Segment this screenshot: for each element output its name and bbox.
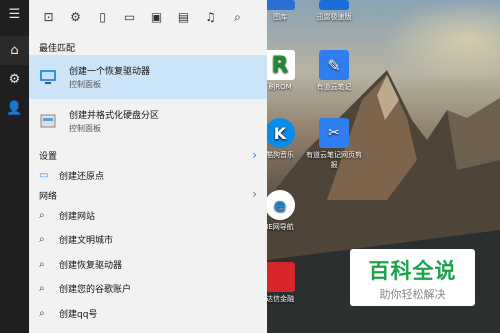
- search-icon: ⌕: [39, 258, 45, 270]
- desktop-icon-finance[interactable]: 达信金融: [267, 262, 311, 304]
- settings-item-restore-point[interactable]: ▭ 创建还原点: [29, 163, 267, 187]
- kugou-k-icon: K: [267, 118, 295, 148]
- result-title: 创建并格式化硬盘分区: [69, 111, 160, 121]
- video-icon[interactable]: ▤: [170, 3, 197, 31]
- photo-icon[interactable]: ▣: [143, 3, 170, 31]
- document-icon[interactable]: ▯: [89, 3, 116, 31]
- result-title: 创建一个恢复驱动器: [69, 67, 151, 77]
- search-icon: ⌕: [39, 307, 45, 319]
- settings-icon[interactable]: ⚙: [62, 3, 89, 31]
- user-icon[interactable]: 👤: [0, 94, 29, 123]
- watermark-title: 百科全说: [368, 259, 457, 283]
- search-icon: ⌕: [39, 283, 45, 295]
- search-icon: ⌕: [39, 209, 45, 221]
- search-results-panel: ⊡ ⚙ ▯ ▭ ▣ ▤ ♫ ⌕ 最佳匹配 创建一个恢复驱动器 控制面板 创建并格…: [29, 0, 267, 333]
- best-match-header: 最佳匹配: [39, 44, 76, 54]
- chevron-right-icon[interactable]: ›: [252, 148, 257, 162]
- search-icon[interactable]: ⌕: [224, 3, 251, 31]
- youdao-note-icon: ✎: [319, 50, 349, 80]
- result-partition[interactable]: 创建并格式化硬盘分区 控制面板: [29, 99, 267, 143]
- ie-icon: e: [267, 190, 295, 220]
- result-subtitle: 控制面板: [69, 80, 101, 89]
- search-icon: ⌕: [39, 234, 45, 246]
- web-item-4[interactable]: ⌕ 创建qq号: [29, 301, 267, 326]
- gear-icon[interactable]: ⚙: [0, 65, 29, 94]
- settings-section-header: 设置 ›: [39, 148, 257, 162]
- music-icon[interactable]: ♫: [197, 3, 224, 31]
- best-match-result[interactable]: 创建一个恢复驱动器 控制面板: [29, 55, 267, 99]
- desktop-icon-youdao-clip[interactable]: ✂ 有道云笔记网页剪报: [303, 118, 365, 170]
- start-rail: ☰ ⌂ ⚙ 👤: [0, 0, 29, 333]
- watermark: 百科全说 助你轻松解决: [350, 249, 475, 306]
- result-subtitle: 控制面板: [69, 124, 101, 133]
- desktop-icon-thunder[interactable]: 迅雷极速版: [303, 0, 365, 22]
- hamburger-icon[interactable]: ☰: [0, 0, 29, 29]
- monitor-icon: ▭: [39, 169, 49, 181]
- web-item-0[interactable]: ⌕ 创建网站: [29, 203, 267, 228]
- watermark-subtitle: 助你轻松解决: [379, 288, 446, 301]
- recovery-drive-icon: [39, 67, 59, 87]
- web-item-2[interactable]: ⌕ 创建恢复驱动器: [29, 252, 267, 277]
- disk-partition-icon: [39, 111, 59, 131]
- rom-r-icon: R: [267, 50, 295, 80]
- web-section-header: 网络 ›: [39, 187, 257, 202]
- folder-icon[interactable]: ▭: [116, 3, 143, 31]
- thunder-icon: [319, 0, 349, 10]
- desktop-icon-youdao[interactable]: ✎ 有道云笔记: [303, 50, 365, 92]
- clipper-icon: ✂: [319, 118, 349, 148]
- gallery-icon: [267, 0, 295, 10]
- finance-icon: [267, 262, 295, 292]
- chevron-right-icon[interactable]: ›: [252, 187, 257, 201]
- home-icon[interactable]: ⌂: [0, 36, 29, 65]
- filter-toolbar: ⊡ ⚙ ▯ ▭ ▣ ▤ ♫ ⌕: [29, 0, 267, 34]
- web-item-3[interactable]: ⌕ 创建您的谷歌账户: [29, 277, 267, 302]
- all-icon[interactable]: ⊡: [35, 3, 62, 31]
- desktop-icon-ie[interactable]: e IE网导航: [267, 190, 311, 232]
- web-item-1[interactable]: ⌕ 创建文明城市: [29, 228, 267, 253]
